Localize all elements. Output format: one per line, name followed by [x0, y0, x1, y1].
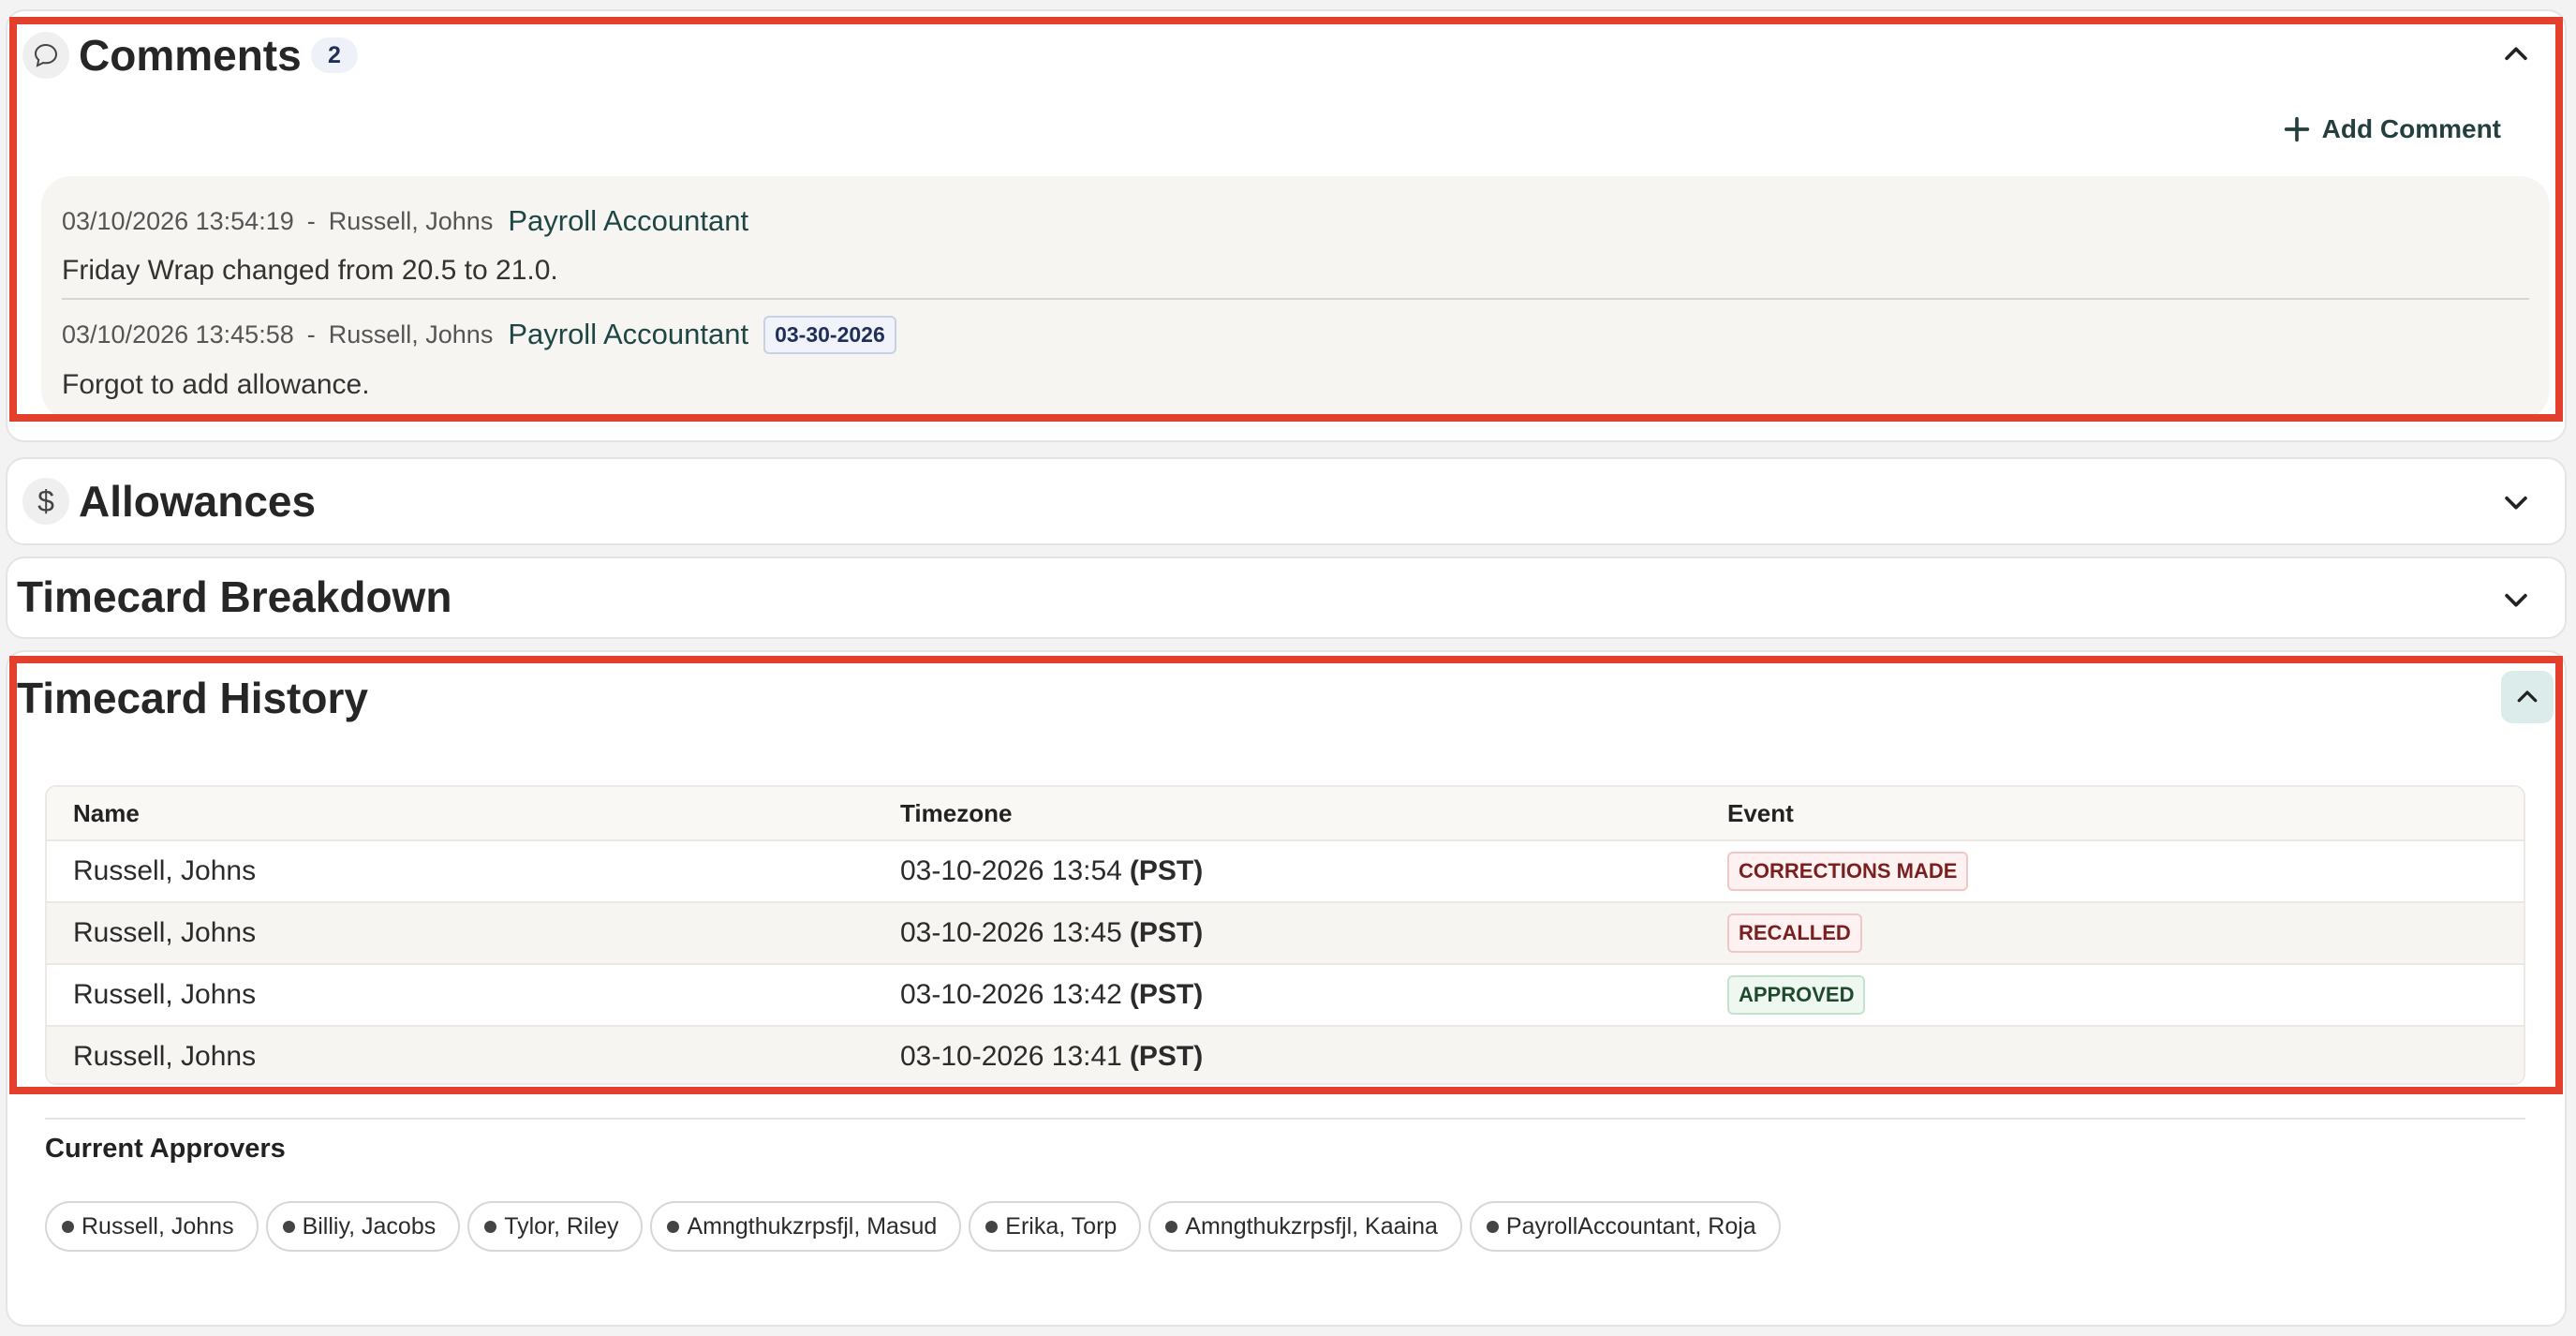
- comment-author: Russell, Johns: [328, 206, 494, 235]
- column-header-event: Event: [1727, 798, 1794, 827]
- approver-chip[interactable]: Amngthukzrpsfjl, Masud: [650, 1201, 962, 1252]
- status-dot-icon: [985, 1220, 999, 1233]
- plus-icon: [2284, 116, 2309, 142]
- event-badge: APPROVED: [1727, 975, 1866, 1015]
- chevron-down-icon: [2505, 496, 2527, 510]
- table-header: Name Timezone Event: [47, 787, 2524, 839]
- expand-breakdown-button[interactable]: [2490, 573, 2542, 626]
- comment-date-tag: 03-30-2026: [763, 315, 896, 354]
- timecard-detail-page: Comments 2 Add Comment 03/10/2026 13:54:…: [0, 0, 2576, 1336]
- current-approvers-title: Current Approvers: [45, 1134, 286, 1164]
- approver-name: Amngthukzrpsfjl, Kaaina: [1185, 1212, 1438, 1240]
- comments-list: 03/10/2026 13:54:19 - Russell, Johns Pay…: [41, 176, 2550, 420]
- row-time: 03-10-2026 13:41: [900, 1041, 1122, 1072]
- comment-separator: -: [306, 206, 316, 235]
- approver-chip[interactable]: Amngthukzrpsfjl, Kaaina: [1148, 1201, 1462, 1252]
- comment-author: Russell, Johns: [328, 319, 494, 349]
- allowances-title: Allowances: [79, 477, 317, 526]
- row-name: Russell, Johns: [73, 855, 257, 886]
- approver-name: Erika, Torp: [1005, 1212, 1118, 1240]
- row-time: 03-10-2026 13:42: [900, 979, 1122, 1010]
- comments-count-badge: 2: [311, 37, 358, 73]
- table-row: Russell, Johns 03-10-2026 13:42 (PST) APP…: [47, 963, 2524, 1025]
- status-dot-icon: [484, 1220, 497, 1233]
- row-timezone: 03-10-2026 13:54 (PST): [900, 841, 1203, 901]
- row-time: 03-10-2026 13:54: [900, 855, 1122, 886]
- history-title: Timecard History: [17, 674, 368, 722]
- allowances-section[interactable]: $ Allowances: [6, 457, 2567, 545]
- row-zone: (PST): [1129, 917, 1204, 948]
- comment-text: Friday Wrap changed from 20.5 to 21.0.: [62, 255, 558, 286]
- comment-divider: [62, 298, 2529, 300]
- approvers-divider: [45, 1118, 2525, 1120]
- comments-section: Comments 2 Add Comment 03/10/2026 13:54:…: [6, 9, 2567, 442]
- table-row: Russell, Johns 03-10-2026 13:54 (PST) COR…: [47, 839, 2524, 901]
- comment-separator: -: [306, 319, 316, 349]
- event-badge: RECALLED: [1727, 913, 1862, 953]
- status-dot-icon: [282, 1220, 295, 1233]
- comment-timestamp: 03/10/2026 13:54:19: [62, 206, 294, 235]
- row-name: Russell, Johns: [73, 979, 257, 1010]
- row-name: Russell, Johns: [73, 1041, 257, 1072]
- approver-name: PayrollAccountant, Roja: [1505, 1212, 1756, 1240]
- approver-chip[interactable]: Billiy, Jacobs: [265, 1201, 461, 1252]
- column-header-timezone: Timezone: [900, 798, 1013, 827]
- approver-name: Russell, Johns: [81, 1212, 234, 1240]
- status-dot-icon: [1486, 1220, 1499, 1233]
- chevron-up-icon: [2505, 47, 2527, 61]
- add-comment-button[interactable]: Add Comment: [2281, 111, 2501, 148]
- row-timezone: 03-10-2026 13:42 (PST): [900, 965, 1203, 1025]
- history-table: Name Timezone Event Russell, Johns 03-10…: [45, 785, 2525, 1085]
- row-name: Russell, Johns: [73, 917, 257, 948]
- comments-title: Comments: [79, 31, 302, 80]
- row-zone: (PST): [1129, 1041, 1204, 1072]
- expand-allowances-button[interactable]: [2490, 476, 2542, 528]
- row-time: 03-10-2026 13:45: [900, 917, 1122, 948]
- comment-role: Payroll Accountant: [508, 204, 749, 237]
- comment-timestamp: 03/10/2026 13:45:58: [62, 319, 294, 349]
- table-row: Russell, Johns 03-10-2026 13:45 (PST) REC…: [47, 901, 2524, 963]
- approver-name: Tylor, Riley: [504, 1212, 619, 1240]
- column-header-name: Name: [73, 798, 140, 827]
- row-zone: (PST): [1129, 855, 1204, 886]
- approver-name: Amngthukzrpsfjl, Masud: [687, 1212, 938, 1240]
- approvers-list: Russell, Johns Billiy, Jacobs Tylor, Ril…: [45, 1201, 1781, 1252]
- chevron-down-icon: [2505, 593, 2527, 607]
- approver-name: Billiy, Jacobs: [302, 1212, 437, 1240]
- add-comment-label: Add Comment: [2321, 114, 2501, 143]
- breakdown-title: Timecard Breakdown: [17, 572, 452, 621]
- row-timezone: 03-10-2026 13:45 (PST): [900, 903, 1203, 963]
- chevron-up-icon: [2517, 690, 2538, 703]
- row-zone: (PST): [1129, 979, 1204, 1010]
- status-dot-icon: [1165, 1220, 1178, 1233]
- dollar-icon: $: [22, 478, 69, 525]
- approver-chip[interactable]: Erika, Torp: [969, 1201, 1142, 1252]
- event-badge: CORRECTIONS MADE: [1727, 852, 1969, 891]
- row-event: RECALLED: [1727, 903, 1862, 963]
- comment-role: Payroll Accountant: [508, 318, 749, 350]
- collapse-comments-button[interactable]: [2490, 28, 2542, 81]
- row-event: APPROVED: [1727, 965, 1866, 1025]
- approver-chip[interactable]: PayrollAccountant, Roja: [1469, 1201, 1781, 1252]
- comment-header: 03/10/2026 13:54:19 - Russell, Johns Pay…: [62, 202, 748, 240]
- row-event: CORRECTIONS MADE: [1727, 841, 1969, 901]
- approver-chip[interactable]: Russell, Johns: [45, 1201, 259, 1252]
- timecard-breakdown-section[interactable]: Timecard Breakdown: [6, 557, 2567, 639]
- collapse-history-button[interactable]: [2501, 671, 2554, 723]
- comment-text: Forgot to add allowance.: [62, 369, 370, 400]
- row-timezone: 03-10-2026 13:41 (PST): [900, 1027, 1204, 1083]
- approver-chip[interactable]: Tylor, Riley: [467, 1201, 644, 1252]
- table-row: Russell, Johns 03-10-2026 13:41 (PST): [47, 1025, 2524, 1083]
- comment-bubble-icon: [22, 32, 69, 79]
- status-dot-icon: [667, 1220, 680, 1233]
- comment-header: 03/10/2026 13:45:58 - Russell, Johns Pay…: [62, 313, 896, 356]
- status-dot-icon: [62, 1220, 74, 1233]
